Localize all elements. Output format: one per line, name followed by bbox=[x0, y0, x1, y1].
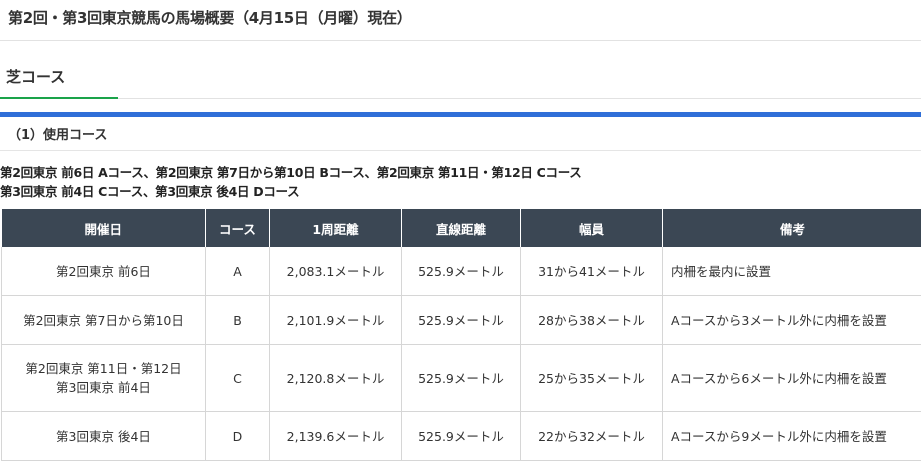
table-header-row: 開催日 コース 1周距離 直線距離 幅員 備考 bbox=[1, 209, 921, 247]
table-row: 第3回東京 後4日 D 2,139.6メートル 525.9メートル 22から32… bbox=[1, 411, 921, 461]
table-row: 第2回東京 前6日 A 2,083.1メートル 525.9メートル 31から41… bbox=[1, 247, 921, 296]
title-divider bbox=[0, 40, 921, 41]
course-summary: 第2回東京 前6日 Aコース、第2回東京 第7日から第10日 Bコース、第2回東… bbox=[0, 163, 582, 201]
cell-date-line-1: 第2回東京 第11日・第12日 bbox=[25, 361, 182, 376]
tab-turf-course[interactable]: 芝コース bbox=[6, 66, 65, 87]
cell-straight: 525.9メートル bbox=[401, 344, 521, 412]
cell-date: 第2回東京 第7日から第10日 bbox=[1, 295, 206, 345]
cell-date: 第2回東京 第11日・第12日 第3回東京 前4日 bbox=[1, 344, 206, 412]
header-course: コース bbox=[205, 209, 270, 247]
cell-lap: 2,120.8メートル bbox=[269, 344, 402, 412]
cell-course: D bbox=[205, 411, 270, 461]
cell-lap: 2,139.6メートル bbox=[269, 411, 402, 461]
cell-width: 28から38メートル bbox=[520, 295, 663, 345]
table-row: 第2回東京 第11日・第12日 第3回東京 前4日 C 2,120.8メートル … bbox=[1, 344, 921, 412]
page-title: 第2回・第3回東京競馬の馬場概要（4月15日（月曜）現在） bbox=[8, 9, 412, 27]
section-accent-bar bbox=[0, 112, 921, 117]
cell-course: A bbox=[205, 247, 270, 296]
active-tab-indicator bbox=[0, 97, 118, 99]
cell-width: 31から41メートル bbox=[520, 247, 663, 296]
summary-line-1: 第2回東京 前6日 Aコース、第2回東京 第7日から第10日 Bコース、第2回東… bbox=[0, 165, 582, 180]
cell-course: B bbox=[205, 295, 270, 345]
cell-straight: 525.9メートル bbox=[401, 411, 521, 461]
cell-width: 25から35メートル bbox=[520, 344, 663, 412]
cell-note: Aコースから6メートル外に内柵を設置 bbox=[662, 344, 921, 412]
cell-lap: 2,083.1メートル bbox=[269, 247, 402, 296]
cell-straight: 525.9メートル bbox=[401, 295, 521, 345]
cell-straight: 525.9メートル bbox=[401, 247, 521, 296]
header-straight-distance: 直線距離 bbox=[401, 209, 521, 247]
table-row: 第2回東京 第7日から第10日 B 2,101.9メートル 525.9メートル … bbox=[1, 295, 921, 345]
cell-course: C bbox=[205, 344, 270, 412]
subheading-divider bbox=[0, 150, 921, 151]
cell-date: 第2回東京 前6日 bbox=[1, 247, 206, 296]
summary-line-2: 第3回東京 前4日 Cコース、第3回東京 後4日 Dコース bbox=[0, 184, 300, 199]
cell-note: Aコースから3メートル外に内柵を設置 bbox=[662, 295, 921, 345]
cell-lap: 2,101.9メートル bbox=[269, 295, 402, 345]
header-date: 開催日 bbox=[1, 209, 206, 247]
subheading-courses-used: （1）使用コース bbox=[8, 128, 108, 143]
cell-date-line-2: 第3回東京 前4日 bbox=[56, 380, 151, 395]
tab-divider bbox=[118, 98, 921, 99]
header-width: 幅員 bbox=[520, 209, 663, 247]
header-notes: 備考 bbox=[662, 209, 921, 247]
cell-note: 内柵を最内に設置 bbox=[662, 247, 921, 296]
cell-width: 22から32メートル bbox=[520, 411, 663, 461]
cell-note: Aコースから9メートル外に内柵を設置 bbox=[662, 411, 921, 461]
page: 第2回・第3回東京競馬の馬場概要（4月15日（月曜）現在） 芝コース （1）使用… bbox=[0, 0, 921, 463]
cell-date: 第3回東京 後4日 bbox=[1, 411, 206, 461]
header-lap-distance: 1周距離 bbox=[269, 209, 402, 247]
course-table: 開催日 コース 1周距離 直線距離 幅員 備考 第2回東京 前6日 A 2,08… bbox=[1, 209, 921, 461]
